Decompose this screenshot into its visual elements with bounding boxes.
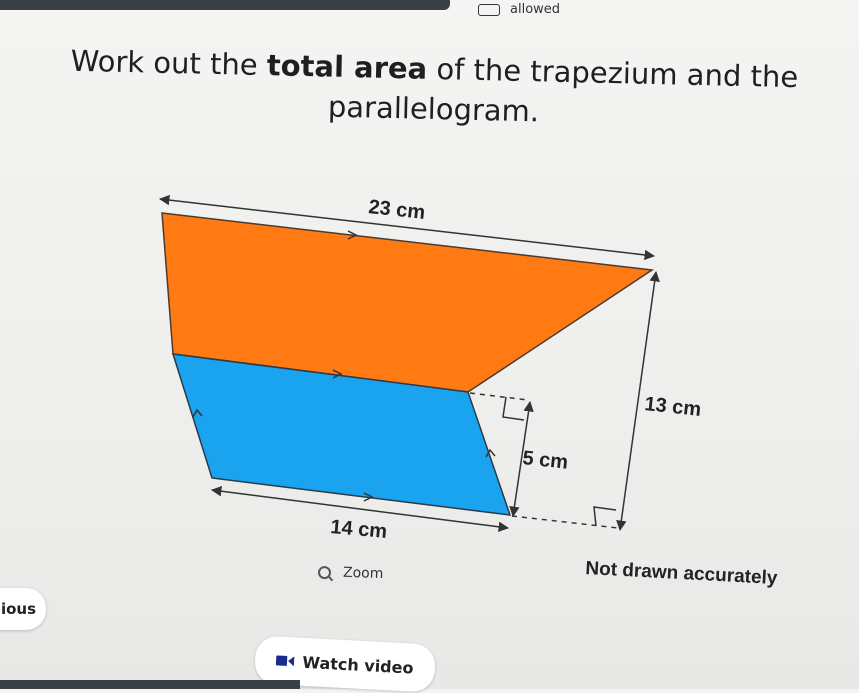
dashed-projection-upper: [469, 392, 529, 401]
video-camera-icon: [276, 655, 295, 667]
dashed-projection-lower: [511, 515, 619, 529]
zoom-label: Zoom: [342, 564, 384, 583]
previous-label: ious: [0, 600, 36, 618]
magnifier-icon: [317, 565, 332, 579]
previous-button[interactable]: ious: [0, 588, 46, 630]
label-total-height: 13 cm: [643, 393, 702, 421]
label-bottom-length: 14 cm: [330, 516, 388, 543]
right-angle-mark-lower: [593, 506, 617, 527]
watch-video-label: Watch video: [301, 652, 414, 678]
label-parallelogram-height: 5 cm: [521, 447, 569, 474]
bottom-edge-bar: [0, 680, 300, 689]
right-angle-mark-upper: [502, 396, 525, 421]
label-top-length: 23 cm: [367, 196, 426, 224]
zoom-button[interactable]: Zoom: [317, 564, 384, 583]
